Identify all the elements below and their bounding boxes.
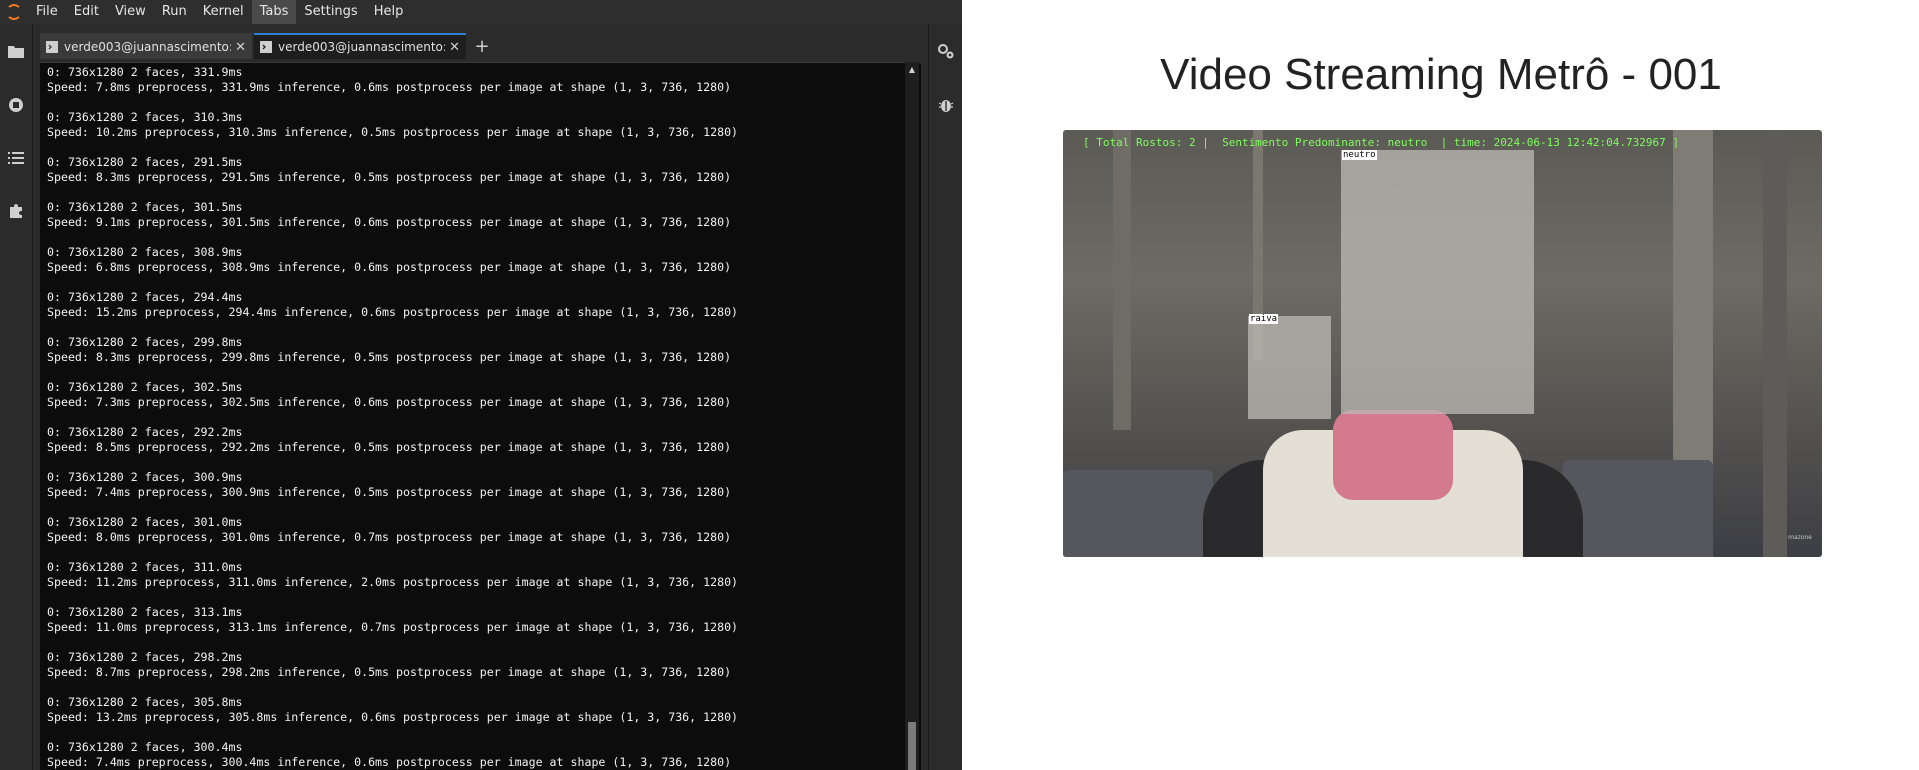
menu-settings[interactable]: Settings (296, 0, 365, 24)
property-inspector-gears-icon[interactable] (936, 42, 956, 62)
log-entry: 0: 736x1280 2 faces, 294.4ms Speed: 15.2m… (47, 290, 907, 320)
log-speed-line: Speed: 8.3ms preprocess, 291.5ms inferen… (47, 170, 732, 184)
log-result-line: 0: 736x1280 2 faces, 301.0ms (47, 515, 243, 529)
log-result-line: 0: 736x1280 2 faces, 300.4ms (47, 740, 243, 754)
log-result-line: 0: 736x1280 2 faces, 291.5ms (47, 155, 243, 169)
menu-bar: File Edit View Run Kernel Tabs Settings … (0, 0, 962, 24)
log-speed-line: Speed: 7.4ms preprocess, 300.9ms inferen… (47, 485, 732, 499)
log-result-line: 0: 736x1280 2 faces, 311.0ms (47, 560, 243, 574)
menu-help[interactable]: Help (366, 0, 412, 24)
face-label: neutro (1342, 150, 1377, 160)
log-speed-line: Speed: 7.8ms preprocess, 331.9ms inferen… (47, 80, 732, 94)
menu-file[interactable]: File (28, 0, 66, 24)
log-result-line: 0: 736x1280 2 faces, 308.9ms (47, 245, 243, 259)
log-entry: 0: 736x1280 2 faces, 291.5ms Speed: 8.3ms… (47, 155, 907, 185)
log-result-line: 0: 736x1280 2 faces, 331.9ms (47, 65, 243, 79)
log-speed-line: Speed: 8.3ms preprocess, 299.8ms inferen… (47, 350, 732, 364)
log-entry: 0: 736x1280 2 faces, 305.8ms Speed: 13.2m… (47, 695, 907, 725)
log-result-line: 0: 736x1280 2 faces, 299.8ms (47, 335, 243, 349)
tab-label: verde003@juannascimento: (64, 40, 232, 54)
detection-overlay-text: [ Total Rostos: 2 | Sentimento Predomina… (1083, 136, 1680, 149)
log-result-line: 0: 736x1280 2 faces, 298.2ms (47, 650, 243, 664)
close-icon[interactable]: ✕ (235, 40, 246, 55)
video-stream[interactable]: neutro raiva [ Total Rostos: 2 | Sentime… (1063, 130, 1822, 557)
scene-pole (1763, 130, 1787, 557)
new-tab-plus-icon[interactable]: + (468, 33, 496, 59)
jupyter-logo-icon[interactable] (0, 0, 28, 24)
folder-icon[interactable] (6, 41, 26, 61)
scene-person-collar (1333, 410, 1453, 500)
log-entry: 0: 736x1280 2 faces, 299.8ms Speed: 8.3ms… (47, 335, 907, 365)
extension-puzzle-icon[interactable] (6, 201, 26, 221)
log-speed-line: Speed: 8.5ms preprocess, 292.2ms inferen… (47, 440, 732, 454)
log-result-line: 0: 736x1280 2 faces, 302.5ms (47, 380, 243, 394)
terminal-log: 0: 736x1280 2 faces, 331.9ms Speed: 7.8ms… (47, 65, 907, 770)
menu-run[interactable]: Run (154, 0, 195, 24)
face-detection-box-raiva (1248, 316, 1331, 419)
tab-bar: verde003@juannascimento: ✕ verde003@juan… (40, 31, 920, 59)
scene-seat (1563, 460, 1713, 557)
log-entry: 0: 736x1280 2 faces, 308.9ms Speed: 6.8ms… (47, 245, 907, 275)
log-entry: 0: 736x1280 2 faces, 292.2ms Speed: 8.5ms… (47, 425, 907, 455)
jupyterlab-window: File Edit View Run Kernel Tabs Settings … (0, 0, 962, 770)
close-icon[interactable]: ✕ (449, 40, 460, 55)
page-title: Video Streaming Metrô - 001 (1160, 50, 1722, 99)
log-speed-line: Speed: 10.2ms preprocess, 310.3ms infere… (47, 125, 739, 139)
log-entry: 0: 736x1280 2 faces, 301.0ms Speed: 8.0ms… (47, 515, 907, 545)
right-sidebar (928, 24, 962, 770)
tab-terminal-2[interactable]: verde003@juannascimento: ✕ (254, 33, 466, 59)
scroll-thumb[interactable] (908, 722, 916, 770)
scroll-up-arrow-icon[interactable]: ▲ (908, 66, 916, 74)
menu-edit[interactable]: Edit (66, 0, 107, 24)
scene-pole (1113, 130, 1131, 430)
log-entry: 0: 736x1280 2 faces, 313.1ms Speed: 11.0m… (47, 605, 907, 635)
log-speed-line: Speed: 8.7ms preprocess, 298.2ms inferen… (47, 665, 732, 679)
terminal-icon (46, 41, 58, 53)
log-entry: 0: 736x1280 2 faces, 301.5ms Speed: 9.1ms… (47, 200, 907, 230)
log-result-line: 0: 736x1280 2 faces, 294.4ms (47, 290, 243, 304)
log-speed-line: Speed: 6.8ms preprocess, 308.9ms inferen… (47, 260, 732, 274)
video-viewer-page: Video Streaming Metrô - 001 neutro raiva… (963, 0, 1919, 770)
log-speed-line: Speed: 15.2ms preprocess, 294.4ms infere… (47, 305, 739, 319)
log-speed-line: Speed: 9.1ms preprocess, 301.5ms inferen… (47, 215, 732, 229)
terminal-scrollbar[interactable]: ▲ (905, 62, 919, 770)
log-speed-line: Speed: 7.4ms preprocess, 300.4ms inferen… (47, 755, 732, 769)
log-entry: 0: 736x1280 2 faces, 298.2ms Speed: 8.7ms… (47, 650, 907, 680)
log-result-line: 0: 736x1280 2 faces, 305.8ms (47, 695, 243, 709)
tab-label: verde003@juannascimento: (278, 40, 446, 54)
menu-kernel[interactable]: Kernel (195, 0, 252, 24)
log-speed-line: Speed: 11.0ms preprocess, 313.1ms infere… (47, 620, 739, 634)
log-entry: 0: 736x1280 2 faces, 300.9ms Speed: 7.4ms… (47, 470, 907, 500)
table-of-contents-icon[interactable] (6, 148, 26, 168)
log-entry: 0: 736x1280 2 faces, 310.3ms Speed: 10.2m… (47, 110, 907, 140)
menu-tabs[interactable]: Tabs (251, 0, 297, 24)
face-detection-box-neutro (1341, 150, 1534, 414)
scene-seat (1063, 470, 1213, 557)
running-kernels-icon[interactable] (6, 95, 26, 115)
log-speed-line: Speed: 13.2ms preprocess, 305.8ms infere… (47, 710, 739, 724)
log-result-line: 0: 736x1280 2 faces, 292.2ms (47, 425, 243, 439)
log-speed-line: Speed: 7.3ms preprocess, 302.5ms inferen… (47, 395, 732, 409)
log-result-line: 0: 736x1280 2 faces, 301.5ms (47, 200, 243, 214)
log-entry: 0: 736x1280 2 faces, 302.5ms Speed: 7.3ms… (47, 380, 907, 410)
log-speed-line: Speed: 8.0ms preprocess, 301.0ms inferen… (47, 530, 732, 544)
log-entry: 0: 736x1280 2 faces, 300.4ms Speed: 7.4ms… (47, 740, 907, 770)
video-watermark: mazone (1788, 534, 1812, 541)
terminal-icon (260, 41, 272, 53)
left-sidebar (0, 24, 33, 770)
terminal-output[interactable]: 0: 736x1280 2 faces, 331.9ms Speed: 7.8ms… (40, 62, 921, 770)
log-result-line: 0: 736x1280 2 faces, 310.3ms (47, 110, 243, 124)
log-entry: 0: 736x1280 2 faces, 331.9ms Speed: 7.8ms… (47, 65, 907, 95)
menu-view[interactable]: View (107, 0, 154, 24)
log-speed-line: Speed: 11.2ms preprocess, 311.0ms infere… (47, 575, 739, 589)
debugger-bug-icon[interactable] (936, 95, 956, 115)
log-entry: 0: 736x1280 2 faces, 311.0ms Speed: 11.2m… (47, 560, 907, 590)
tab-terminal-1[interactable]: verde003@juannascimento: ✕ (40, 33, 252, 59)
log-result-line: 0: 736x1280 2 faces, 300.9ms (47, 470, 243, 484)
log-result-line: 0: 736x1280 2 faces, 313.1ms (47, 605, 243, 619)
face-label: raiva (1249, 314, 1279, 324)
